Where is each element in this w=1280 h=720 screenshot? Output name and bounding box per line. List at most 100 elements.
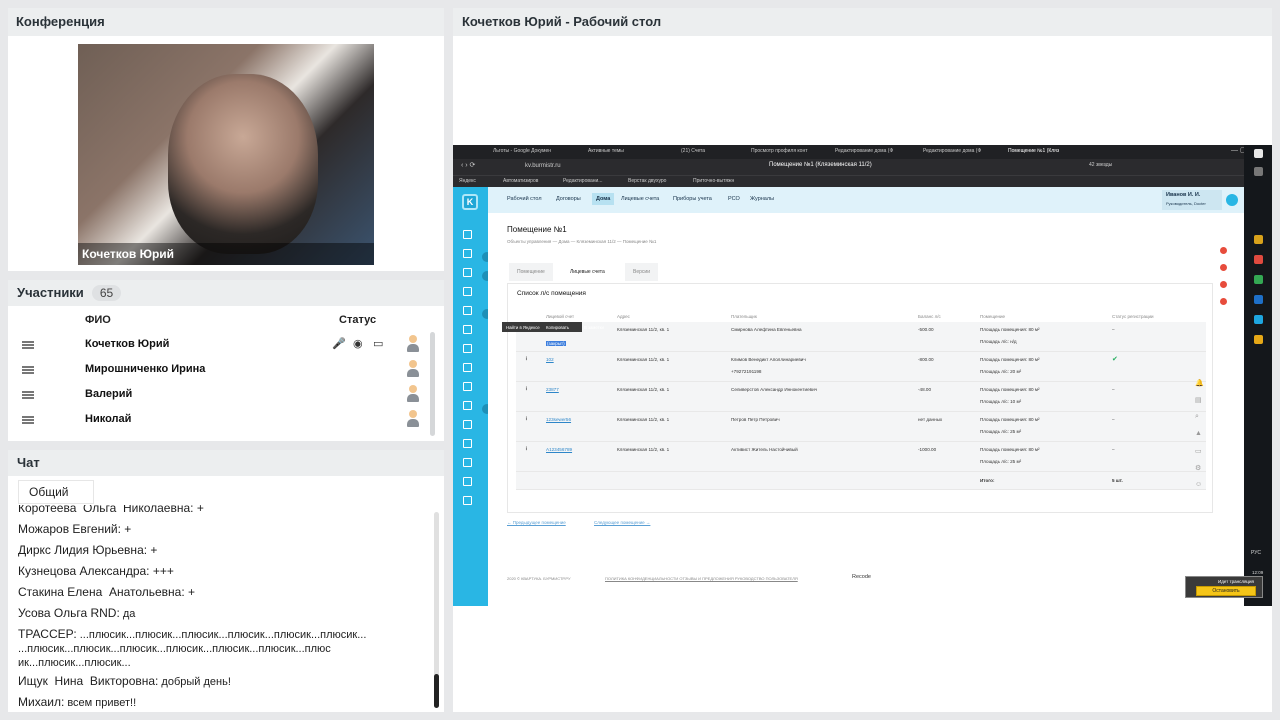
tool-icon[interactable]: ▲ bbox=[1195, 430, 1202, 437]
browser-tab[interactable]: Активные темы bbox=[588, 148, 624, 154]
app-logo-icon[interactable]: K bbox=[462, 194, 478, 210]
sidebar-icon[interactable] bbox=[463, 401, 472, 410]
nav-item[interactable]: РСО bbox=[728, 196, 740, 202]
account-number[interactable]: A123456789 bbox=[546, 447, 572, 452]
video-tile[interactable]: Кочетков Юрий bbox=[78, 44, 374, 265]
sidebar-icon[interactable] bbox=[463, 268, 472, 277]
drag-handle-icon[interactable] bbox=[22, 416, 34, 424]
row-menu-icon[interactable]: ⋮ bbox=[524, 416, 529, 422]
search-icon[interactable] bbox=[1254, 167, 1263, 176]
sidebar-icon[interactable] bbox=[463, 439, 472, 448]
sidebar-icon[interactable] bbox=[463, 230, 472, 239]
browser-tab[interactable]: Льготы - Google Докумен bbox=[493, 148, 551, 154]
skype-icon[interactable] bbox=[1254, 315, 1263, 324]
chat-tab-general[interactable]: Общий bbox=[18, 480, 94, 504]
bookmark[interactable]: Яндекс bbox=[459, 178, 476, 184]
stop-broadcast-button[interactable]: Остановить bbox=[1196, 586, 1256, 596]
nav-item-active[interactable]: Дома bbox=[592, 193, 615, 205]
bookmark[interactable]: Редактировани... bbox=[563, 178, 602, 184]
table-row[interactable]: (закрыт) Кляземинская 11/2, кв. 1 Смирно… bbox=[516, 322, 1206, 352]
nav-item[interactable]: Рабочий стол bbox=[507, 196, 542, 202]
drag-handle-icon[interactable] bbox=[22, 341, 34, 349]
chat-scrollbar-thumb[interactable] bbox=[434, 674, 439, 708]
extension-counter[interactable]: 42 звезды bbox=[1089, 162, 1112, 168]
tab-accounts[interactable]: Лицевые счета bbox=[562, 263, 613, 281]
participants-scrollbar[interactable] bbox=[430, 332, 435, 436]
language-indicator[interactable]: РУС bbox=[1251, 550, 1261, 556]
table-row[interactable]: ⋮ 23877 Кляземинская 11/2, кв. 1 Селивер… bbox=[516, 382, 1206, 412]
account-number[interactable]: 23877 bbox=[546, 387, 559, 392]
chrome-icon[interactable] bbox=[1254, 275, 1263, 284]
bell-icon[interactable]: 🔔 bbox=[1195, 379, 1204, 387]
camera-icon[interactable]: ◉ bbox=[353, 337, 363, 350]
taskbar-app-icon[interactable] bbox=[1254, 335, 1263, 344]
sidebar-icon[interactable] bbox=[463, 420, 472, 429]
browser-tab[interactable]: (21) Счета bbox=[681, 148, 705, 154]
bookmark[interactable]: Верстак двухуро bbox=[628, 178, 666, 184]
table-row[interactable]: ⋮ 123sewer56 Кляземинская 11/2, кв. 1 Пе… bbox=[516, 412, 1206, 442]
tool-icon[interactable]: ▭ bbox=[1195, 447, 1202, 455]
sidebar-icon[interactable] bbox=[463, 382, 472, 391]
drag-handle-icon[interactable] bbox=[22, 366, 34, 374]
logout-icon[interactable] bbox=[1226, 194, 1238, 206]
context-menu-item[interactable]: Найти в Яндексе bbox=[506, 325, 540, 330]
clock[interactable]: 12:09 bbox=[1252, 570, 1263, 575]
row-menu-icon[interactable]: ⋮ bbox=[524, 356, 529, 362]
context-menu-item[interactable]: В заметки bbox=[584, 325, 604, 330]
taskbar-app-icon[interactable] bbox=[1254, 295, 1263, 304]
footer-links[interactable]: ПОЛИТИКА КОНФИДЕНЦИАЛЬНОСТИ ОТЗЫВЫ И ПРЕ… bbox=[605, 576, 798, 581]
browser-tab[interactable]: Редактирование дома (Ф bbox=[835, 148, 893, 154]
tool-icon[interactable]: ▤ bbox=[1195, 396, 1202, 404]
windows-start-icon[interactable] bbox=[1254, 149, 1263, 158]
account-number[interactable]: (закрыт) bbox=[546, 341, 566, 346]
account-number[interactable]: 102 bbox=[546, 357, 554, 362]
screen-share-icon[interactable]: ▭ bbox=[373, 337, 383, 350]
breadcrumb[interactable]: Объекты управления — Дома — Кляземинская… bbox=[507, 239, 656, 244]
participant-row[interactable]: Мирошниченко Ирина bbox=[8, 358, 430, 382]
microphone-icon[interactable]: 🎤 bbox=[332, 337, 346, 350]
participant-row[interactable]: Валерий bbox=[8, 383, 430, 407]
participant-row[interactable]: Николай bbox=[8, 408, 430, 432]
chat-icon[interactable]: ☺ bbox=[1195, 481, 1202, 488]
table-row[interactable]: ⋮ A123456789 Кляземинская 11/2, кв. 1 Ак… bbox=[516, 442, 1206, 472]
next-room-link[interactable]: Следующее помещение → bbox=[594, 520, 650, 525]
row-menu-icon[interactable]: ⋮ bbox=[524, 386, 529, 392]
drag-handle-icon[interactable] bbox=[22, 391, 34, 399]
gear-icon[interactable]: ⚙ bbox=[1195, 464, 1201, 472]
tab-versions[interactable]: Версии bbox=[625, 263, 658, 281]
browser-tab-active[interactable]: Помещение №1 (Кляз bbox=[1008, 148, 1059, 154]
taskbar-app-icon[interactable] bbox=[1254, 235, 1263, 244]
tool-icon[interactable]: ⌕ bbox=[1195, 413, 1199, 421]
taskbar-app-icon[interactable] bbox=[1254, 255, 1263, 264]
shared-screen[interactable]: Льготы - Google Докумен Активные темы (2… bbox=[453, 145, 1272, 606]
sidebar-icon[interactable] bbox=[463, 344, 472, 353]
browser-address-bar[interactable]: ‹ › ⟳ kv.burmistr.ru Помещение №1 (Клязе… bbox=[453, 159, 1272, 175]
context-menu-item[interactable]: Копировать bbox=[546, 325, 569, 330]
sidebar-icon[interactable] bbox=[463, 477, 472, 486]
footer-brand[interactable]: Recode bbox=[852, 574, 871, 580]
nav-item[interactable]: Договоры bbox=[556, 196, 581, 202]
nav-item[interactable]: Лицевые счета bbox=[621, 196, 659, 202]
nav-item[interactable]: Журналы bbox=[750, 196, 774, 202]
row-menu-icon[interactable]: ⋮ bbox=[524, 446, 529, 452]
sidebar-icon[interactable] bbox=[463, 363, 472, 372]
bookmark[interactable]: Автоматизиров bbox=[503, 178, 538, 184]
participant-row[interactable]: Кочетков Юрий 🎤 ◉ ▭ bbox=[8, 333, 430, 357]
browser-nav-icons[interactable]: ‹ › ⟳ bbox=[461, 161, 475, 169]
sidebar-icon[interactable] bbox=[463, 306, 472, 315]
bookmark[interactable]: Приточно-вытяжн bbox=[693, 178, 734, 184]
sidebar-icon[interactable] bbox=[463, 325, 472, 334]
prev-room-link[interactable]: ← Предыдущее помещение bbox=[507, 520, 566, 525]
sidebar-icon[interactable] bbox=[463, 458, 472, 467]
account-number[interactable]: 123sewer56 bbox=[546, 417, 571, 422]
url-text[interactable]: kv.burmistr.ru bbox=[525, 163, 561, 169]
nav-item[interactable]: Приборы учета bbox=[673, 196, 712, 202]
browser-tab[interactable]: Редактирование дома (Ф bbox=[923, 148, 981, 154]
sidebar-icon[interactable] bbox=[463, 287, 472, 296]
table-row[interactable]: ⋮ 102 Кляземинская 11/2, кв. 1 Климов Ве… bbox=[516, 352, 1206, 382]
sidebar-icon[interactable] bbox=[463, 496, 472, 505]
user-card[interactable]: Иванов И. И. Руководитель, Docter bbox=[1162, 190, 1222, 210]
tab-room[interactable]: Помещение bbox=[509, 263, 553, 281]
browser-tab[interactable]: Просмотр профиля конт bbox=[751, 148, 808, 154]
sidebar-icon[interactable] bbox=[463, 249, 472, 258]
